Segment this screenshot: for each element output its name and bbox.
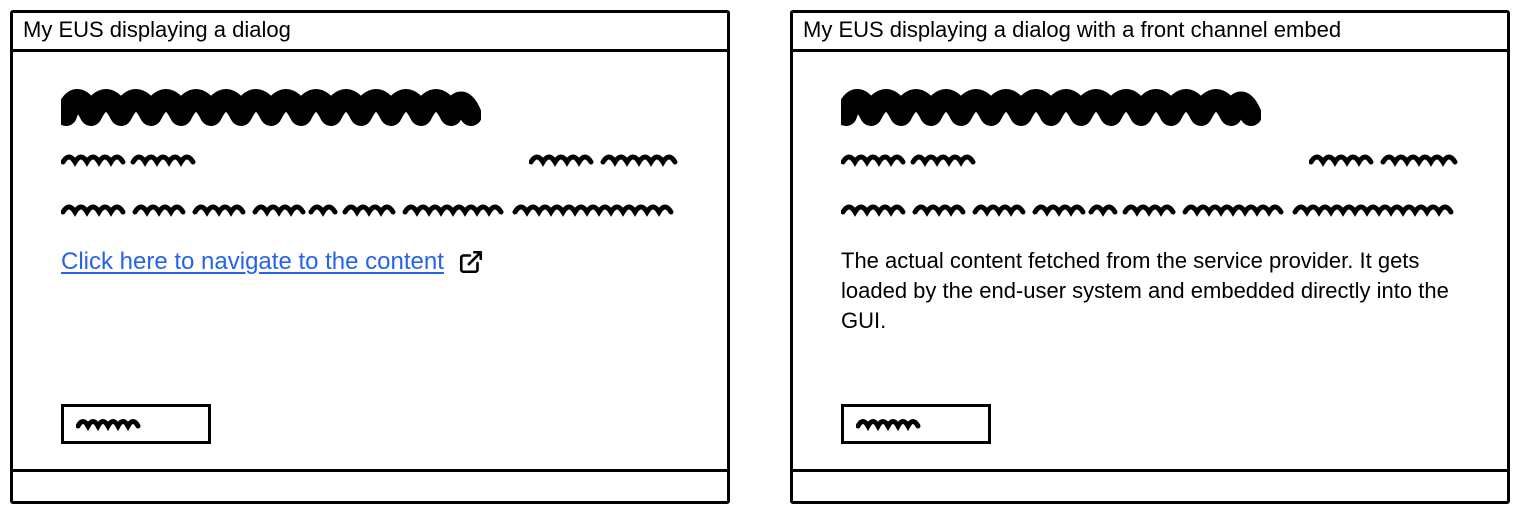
dialog-button-left[interactable] — [61, 404, 211, 444]
redacted-line — [61, 200, 679, 218]
redacted-button-label — [76, 415, 196, 431]
redacted-text-left — [61, 150, 201, 168]
navigate-link-row: Click here to navigate to the content — [61, 248, 679, 276]
redacted-heading — [61, 80, 679, 128]
dialog-button-right[interactable] — [841, 404, 991, 444]
redacted-row-1 — [841, 150, 1459, 168]
redacted-heading — [841, 80, 1459, 128]
window-title-right: My EUS displaying a dialog with a front … — [793, 13, 1507, 52]
redacted-text-left — [841, 150, 981, 168]
redacted-button-label — [856, 415, 976, 431]
window-dialog-left: My EUS displaying a dialog — [10, 10, 730, 504]
dialog-body-left: Click here to navigate to the content — [13, 52, 727, 469]
window-footer-right — [793, 469, 1507, 501]
window-title-text-left: My EUS displaying a dialog — [23, 17, 291, 42]
redacted-text-right — [529, 150, 679, 168]
window-footer-left — [13, 469, 727, 501]
window-title-left: My EUS displaying a dialog — [13, 13, 727, 52]
redacted-text-right — [1309, 150, 1459, 168]
redacted-line — [841, 200, 1459, 218]
embedded-content-text: The actual content fetched from the serv… — [841, 246, 1459, 335]
window-dialog-right: My EUS displaying a dialog with a front … — [790, 10, 1510, 504]
dialog-body-right: The actual content fetched from the serv… — [793, 52, 1507, 469]
window-title-text-right: My EUS displaying a dialog with a front … — [803, 17, 1341, 42]
external-link-icon — [458, 249, 484, 275]
navigate-link[interactable]: Click here to navigate to the content — [61, 248, 444, 276]
redacted-row-1 — [61, 150, 679, 168]
